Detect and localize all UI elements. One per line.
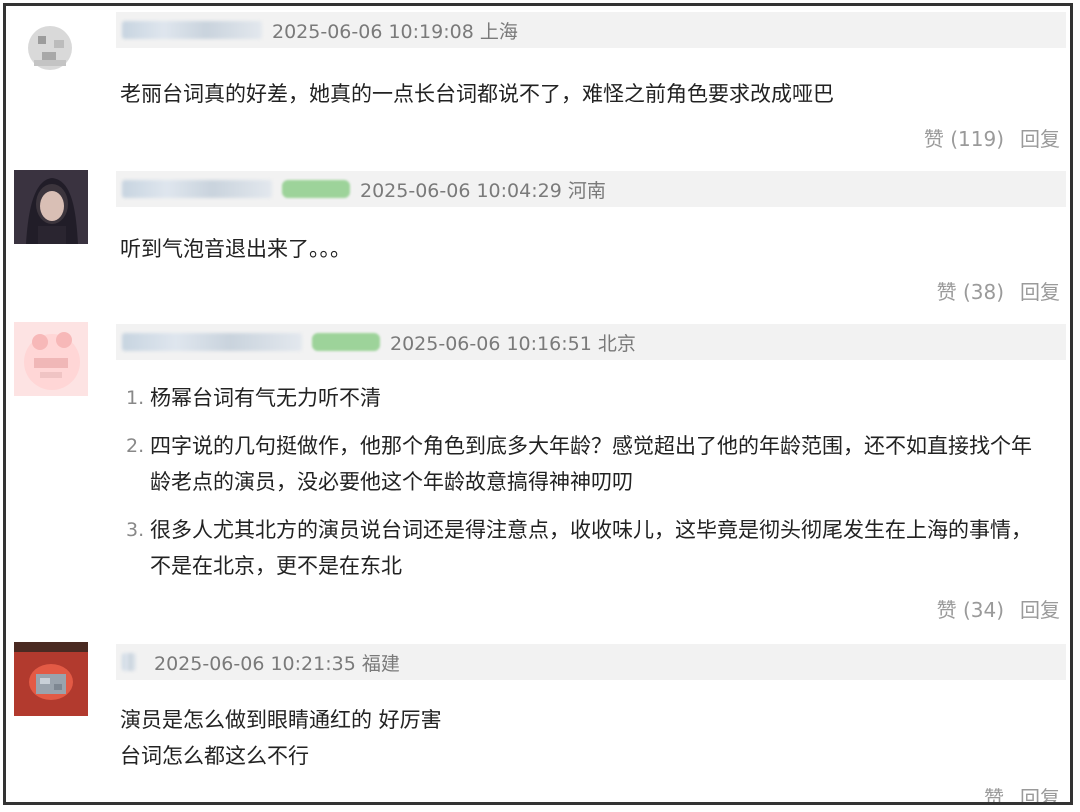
comment-item: 2025-06-06 10:04:29 河南 听到气泡音退出来了。。。 赞 (3… [6, 166, 1070, 316]
comment-location: 河南 [567, 179, 606, 202]
list-text: 四字说的几句挺做作，他那个角色到底多大年龄？感觉超出了他的年龄范围，还不如直接找… [150, 434, 1032, 494]
avatar[interactable] [14, 642, 88, 716]
comment-line: 台词怎么都这么不行 [120, 744, 309, 768]
avatar[interactable] [14, 170, 88, 244]
comment-text: 演员是怎么做到眼睛通红的 好厉害 台词怎么都这么不行 [120, 702, 442, 774]
comment-actions: 赞 (119) 回复 [924, 123, 1060, 152]
comment-item: 2025-06-06 10:19:08 上海 老丽台词真的好差，她真的一点长台词… [6, 6, 1070, 166]
comment-list: 1. 杨幂台词有气无力听不清 2. 四字说的几句挺做作，他那个角色到底多大年龄？感觉… [120, 380, 1050, 584]
username-redacted[interactable] [122, 180, 272, 198]
comment-header: 2025-06-06 10:19:08 上海 [116, 12, 1066, 48]
reply-button[interactable]: 回复 [1020, 594, 1060, 623]
comment-actions: 赞 (34) 回复 [937, 594, 1060, 623]
like-button[interactable]: 赞 (119) [924, 123, 1004, 152]
like-count: (38) [962, 280, 1004, 304]
list-text: 杨幂台词有气无力听不清 [150, 386, 381, 410]
comment-panel: 2025-06-06 10:19:08 上海 老丽台词真的好差，她真的一点长台词… [3, 3, 1073, 805]
username-redacted[interactable] [122, 653, 136, 671]
list-text: 很多人尤其北方的演员说台词还是得注意点，收收味儿，这毕竟是彻头彻尾发生在上海的事… [150, 518, 1032, 578]
comment-line: 演员是怎么做到眼睛通红的 好厉害 [120, 708, 442, 732]
comment-header: 2025-06-06 10:16:51 北京 [116, 324, 1066, 360]
list-number: 2. [126, 435, 145, 457]
reply-button[interactable]: 回复 [1020, 782, 1060, 802]
comment-text: 1. 杨幂台词有气无力听不清 2. 四字说的几句挺做作，他那个角色到底多大年龄？感觉… [120, 380, 1050, 596]
reply-button[interactable]: 回复 [1020, 123, 1060, 152]
comment-timestamp: 2025-06-06 10:04:29 [360, 179, 562, 202]
comment-text: 听到气泡音退出来了。。。 [120, 237, 351, 261]
like-button[interactable]: 赞 (38) [937, 276, 1004, 305]
comment-item: 2025-06-06 10:16:51 北京 1. 杨幂台词有气无力听不清 2. 四… [6, 316, 1070, 636]
list-item: 2. 四字说的几句挺做作，他那个角色到底多大年龄？感觉超出了他的年龄范围，还不如直… [120, 428, 1050, 500]
like-label: 赞 [923, 127, 944, 151]
like-label: 赞 [936, 280, 957, 304]
user-badge-redacted [312, 333, 380, 351]
user-badge-redacted [282, 180, 350, 198]
comment-header: 2025-06-06 10:04:29 河南 [116, 171, 1066, 207]
comment-location: 福建 [361, 652, 400, 675]
comment-meta: 2025-06-06 10:16:51 北京 [390, 329, 636, 356]
like-button[interactable]: 赞 (34) [937, 594, 1004, 623]
comment-meta: 2025-06-06 10:19:08 上海 [272, 17, 518, 44]
username-redacted[interactable] [122, 333, 302, 351]
username-redacted[interactable] [122, 21, 262, 39]
comment-text: 老丽台词真的好差，她真的一点长台词都说不了，难怪之前角色要求改成哑巴 [120, 82, 834, 106]
comment-meta: 2025-06-06 10:21:35 福建 [154, 649, 400, 676]
comment-timestamp: 2025-06-06 10:16:51 [390, 332, 592, 355]
like-label: 赞 [936, 598, 957, 622]
like-count: (34) [962, 598, 1004, 622]
comment-actions: 赞 回复 [984, 782, 1060, 802]
list-item: 1. 杨幂台词有气无力听不清 [120, 380, 1050, 416]
comment-location: 北京 [597, 332, 636, 355]
like-button[interactable]: 赞 [984, 782, 1004, 802]
comment-timestamp: 2025-06-06 10:21:35 [154, 652, 356, 675]
list-number: 1. [126, 387, 145, 409]
like-count: (119) [950, 127, 1004, 151]
comment-location: 上海 [479, 20, 518, 43]
list-item: 3. 很多人尤其北方的演员说台词还是得注意点，收收味儿，这毕竟是彻头彻尾发生在上海… [120, 512, 1050, 584]
comment-item: 2025-06-06 10:21:35 福建 演员是怎么做到眼睛通红的 好厉害 … [6, 636, 1070, 802]
comment-timestamp: 2025-06-06 10:19:08 [272, 20, 474, 43]
comment-actions: 赞 (38) 回复 [937, 276, 1060, 305]
list-number: 3. [126, 519, 145, 541]
reply-button[interactable]: 回复 [1020, 276, 1060, 305]
comment-header: 2025-06-06 10:21:35 福建 [116, 644, 1066, 680]
avatar[interactable] [14, 12, 88, 86]
comment-meta: 2025-06-06 10:04:29 河南 [360, 176, 606, 203]
avatar[interactable] [14, 322, 88, 396]
